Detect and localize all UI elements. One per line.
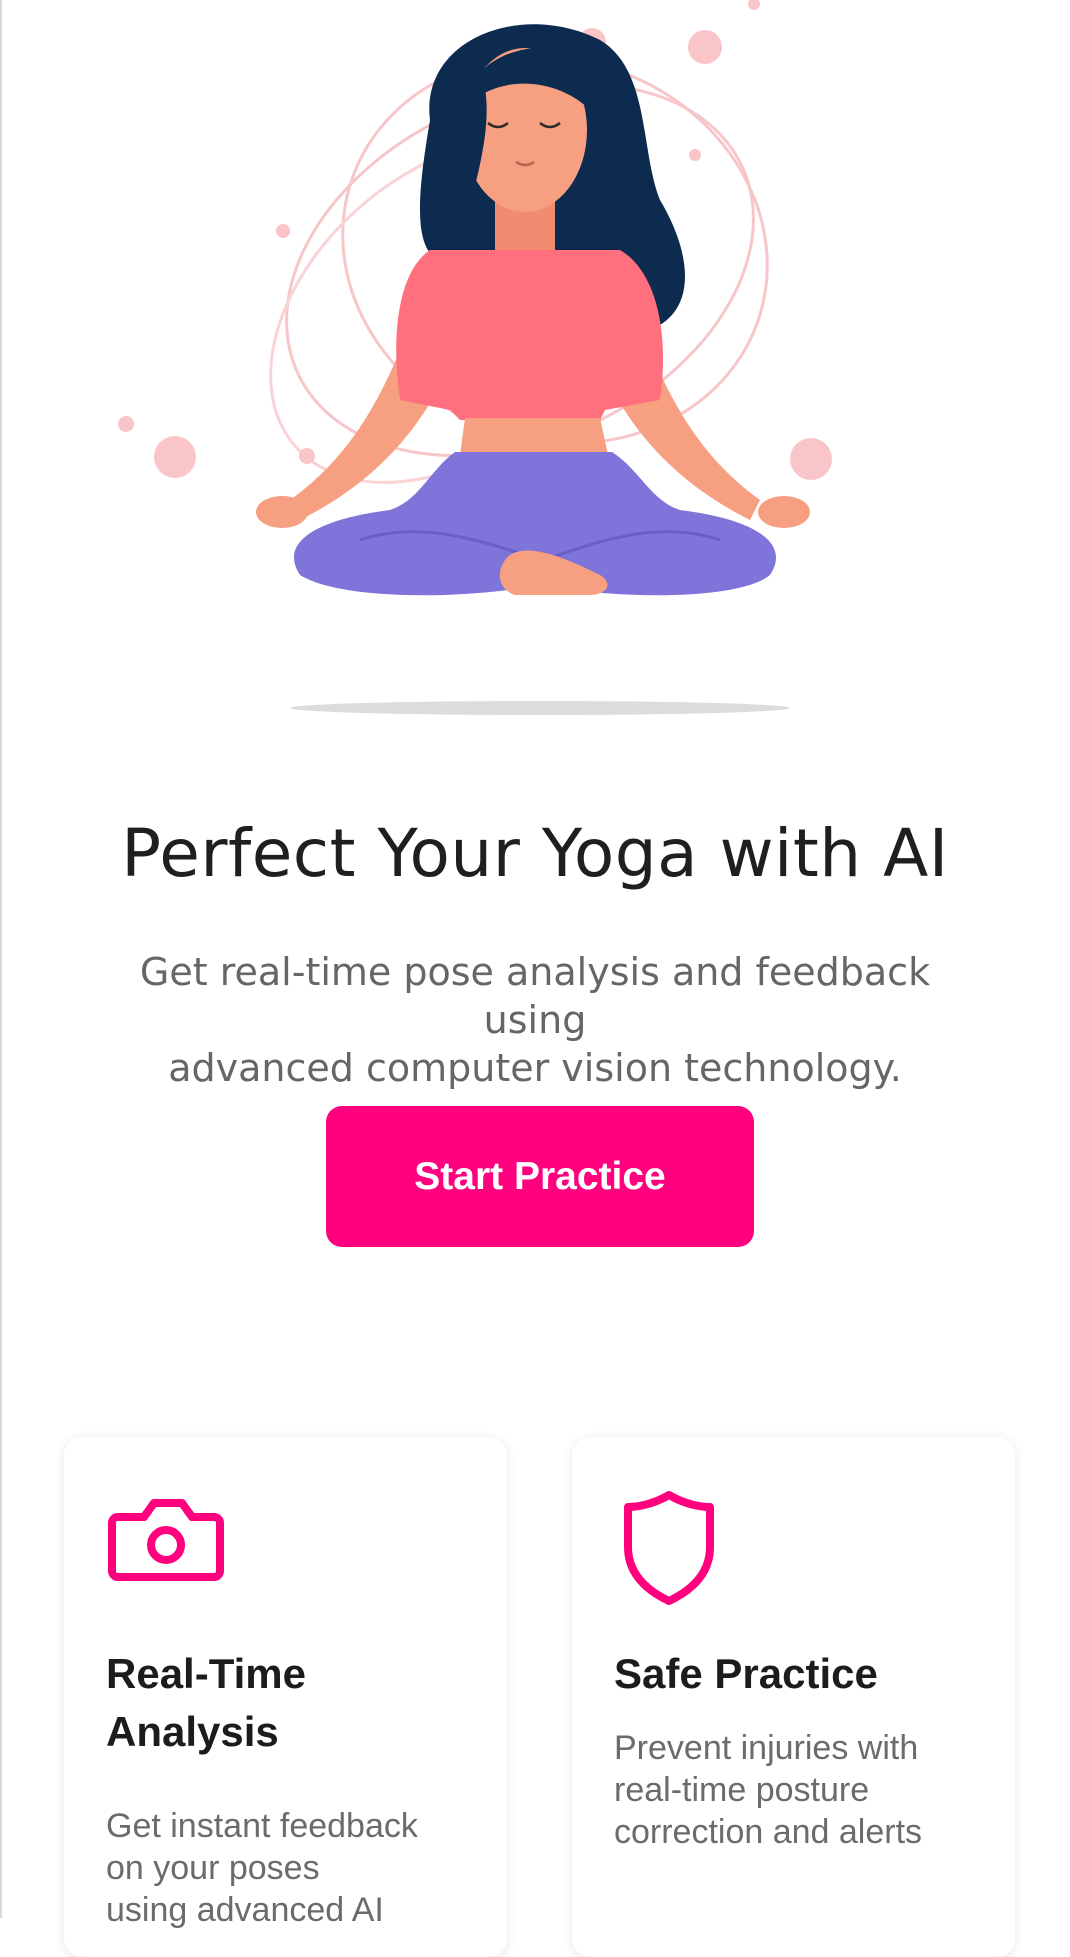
feature-description-line: real-time posture [614, 1771, 870, 1809]
feature-title-line: Real-Time [106, 1650, 306, 1697]
feature-description: Get instant feedback on your poses using… [106, 1805, 486, 1931]
feature-description-line: correction and alerts [614, 1813, 923, 1851]
page-subtitle: Get real-time pose analysis and feedback… [90, 948, 980, 1092]
meditating-woman-illustration [118, 0, 832, 715]
feature-card-real-time-analysis: Real-Time Analysis Get instant feedback … [64, 1437, 507, 1957]
feature-description: Prevent injuries with real-time posture … [614, 1727, 994, 1853]
hero-illustration [0, 0, 1070, 740]
shield-icon [614, 1487, 724, 1611]
feature-description-line: Get instant feedback [106, 1807, 418, 1845]
subtitle-line: Get real-time pose analysis and feedback… [139, 950, 931, 1042]
start-practice-button[interactable]: Start Practice [326, 1106, 754, 1247]
subtitle-line: advanced computer vision technology. [168, 1046, 902, 1090]
feature-title: Safe Practice [614, 1650, 878, 1697]
feature-card-safe-practice: Safe Practice Prevent injuries with real… [572, 1437, 1015, 1957]
camera-icon [106, 1487, 226, 1591]
feature-description-line: Prevent injuries with [614, 1729, 919, 1767]
feature-title-line: Analysis [106, 1708, 279, 1755]
page-title: Perfect Your Yoga with AI [121, 815, 949, 892]
feature-description-line: on your poses [106, 1849, 320, 1887]
feature-description-line: using advanced AI [106, 1891, 384, 1929]
feature-title: Real-Time Analysis [106, 1645, 486, 1761]
